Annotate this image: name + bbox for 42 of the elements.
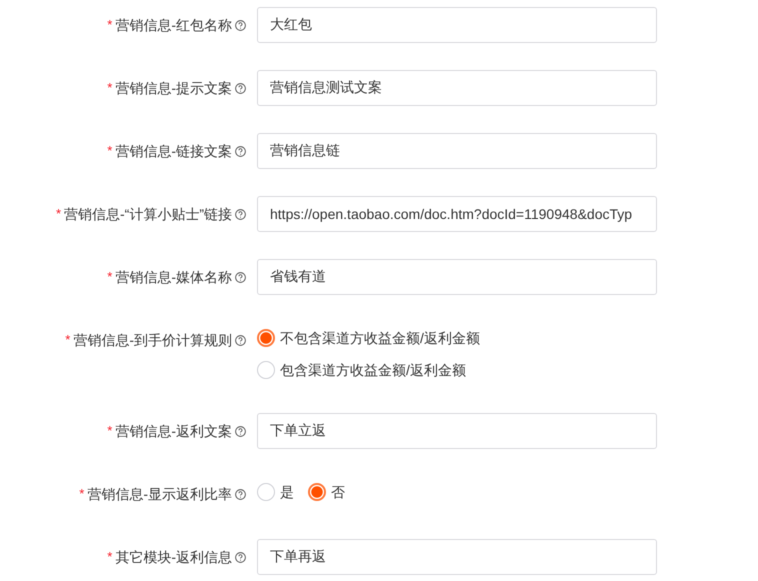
required-mark: * bbox=[107, 422, 112, 440]
radio-label[interactable]: 不包含渠道方收益金额/返利金额 bbox=[280, 330, 480, 346]
field-label: 营销信息-红包名称 bbox=[115, 16, 232, 34]
field-label: 营销信息-到手价计算规则 bbox=[73, 330, 232, 350]
field-label: 营销信息-显示返利比率 bbox=[87, 484, 232, 504]
required-mark: * bbox=[107, 548, 112, 566]
radio-button[interactable] bbox=[257, 361, 275, 379]
field-label: 其它模块-返利信息 bbox=[115, 548, 232, 566]
field-label: 营销信息-链接文案 bbox=[115, 142, 232, 160]
text-field[interactable]: 营销信息测试文案 bbox=[257, 70, 657, 106]
radio-label[interactable]: 否 bbox=[331, 484, 345, 500]
radio-label[interactable]: 包含渠道方收益金额/返利金额 bbox=[280, 362, 466, 378]
required-mark: * bbox=[107, 79, 112, 98]
help-icon[interactable] bbox=[235, 488, 246, 500]
help-icon[interactable] bbox=[235, 552, 246, 562]
text-field[interactable]: https://open.taobao.com/doc.htm?docId=1190948&docTyp bbox=[257, 196, 657, 232]
help-icon[interactable] bbox=[235, 20, 246, 30]
help-icon[interactable] bbox=[235, 146, 246, 156]
text-field[interactable]: 下单再返 bbox=[257, 539, 657, 575]
field-label: 营销信息-提示文案 bbox=[115, 78, 232, 98]
required-mark: * bbox=[79, 485, 84, 504]
required-mark: * bbox=[56, 205, 61, 224]
required-mark: * bbox=[107, 268, 112, 286]
radio-button[interactable] bbox=[257, 483, 275, 501]
required-mark: * bbox=[107, 16, 112, 34]
required-mark: * bbox=[65, 331, 70, 350]
help-icon[interactable] bbox=[235, 426, 246, 436]
help-icon[interactable] bbox=[235, 82, 246, 94]
field-label: 营销信息-返利文案 bbox=[115, 422, 232, 440]
help-icon[interactable] bbox=[235, 208, 246, 220]
text-field[interactable]: 大红包 bbox=[257, 7, 657, 43]
help-icon[interactable] bbox=[235, 334, 246, 346]
text-field[interactable]: 营销信息链 bbox=[257, 133, 657, 169]
radio-button[interactable] bbox=[257, 329, 275, 347]
text-field[interactable]: 下单立返 bbox=[257, 413, 657, 449]
field-label: 营销信息-媒体名称 bbox=[115, 268, 232, 286]
text-field[interactable]: 省钱有道 bbox=[257, 259, 657, 295]
radio-button[interactable] bbox=[308, 483, 326, 501]
radio-label[interactable]: 是 bbox=[280, 484, 294, 500]
help-icon[interactable] bbox=[235, 272, 246, 282]
field-label: 营销信息-“计算小贴士”链接 bbox=[64, 204, 232, 224]
required-mark: * bbox=[107, 142, 112, 160]
